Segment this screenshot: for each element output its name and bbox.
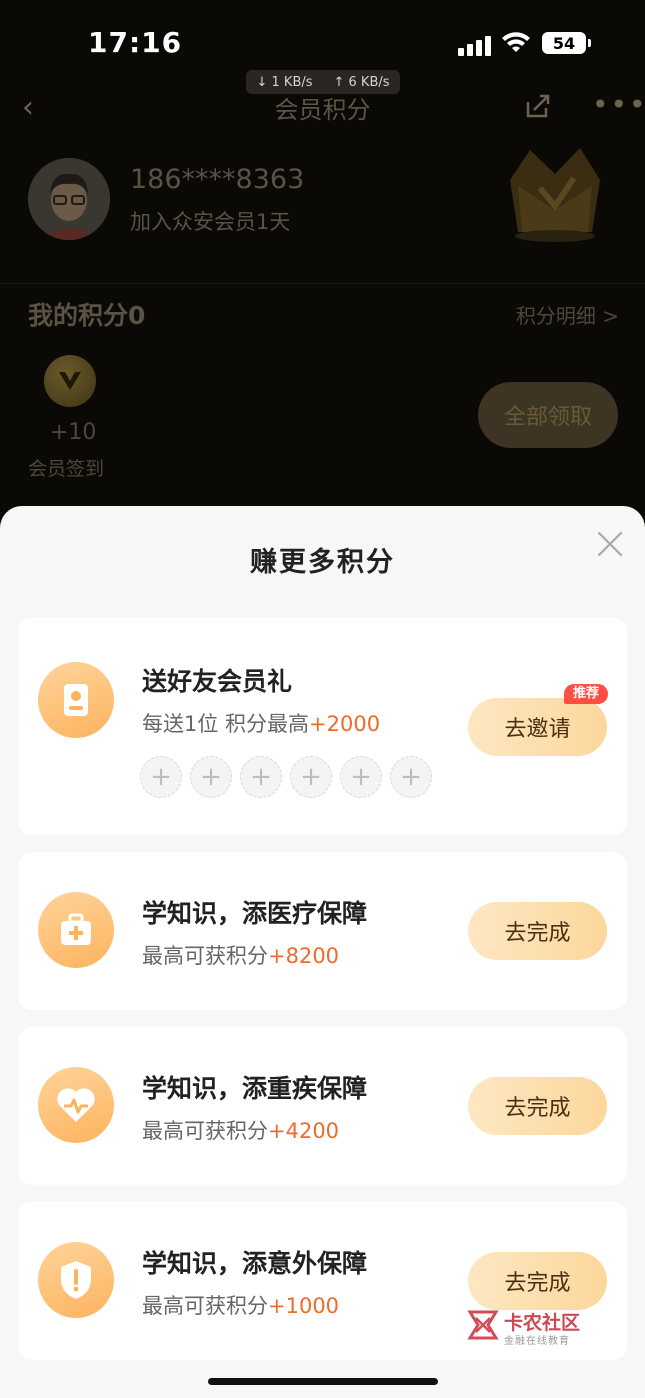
avatar[interactable] <box>28 158 110 240</box>
invite-slot[interactable]: + <box>190 756 232 798</box>
checkin-reward-amount: +10 <box>50 420 97 445</box>
task-subtitle-text: 最高可获积分 <box>142 944 268 968</box>
invite-slot[interactable]: + <box>290 756 332 798</box>
shield-alert-icon <box>38 1242 114 1318</box>
points-detail-link[interactable]: 积分明细 > <box>516 300 619 329</box>
user-phone: 186****8363 <box>130 164 305 195</box>
watermark-logo-icon <box>467 1310 499 1340</box>
invite-slot[interactable]: + <box>340 756 382 798</box>
invite-slot[interactable]: + <box>240 756 282 798</box>
checkin-reward-label: 会员签到 <box>28 458 105 480</box>
task-subtitle-text: 最高可获积分 <box>142 1119 268 1143</box>
nav-bar: ‹ 会员积分 ••• <box>0 80 645 130</box>
cellular-signal-icon <box>458 36 491 56</box>
complete-critical-illness-button[interactable]: 去完成 <box>468 1077 607 1135</box>
my-points-title: 我的积分0 <box>28 301 146 330</box>
complete-accident-button[interactable]: 去完成 <box>468 1252 607 1310</box>
battery-icon: 54 <box>542 32 591 54</box>
task-points-value: +2000 <box>309 712 381 736</box>
task-subtitle: 最高可获积分+4200 <box>142 1115 339 1145</box>
avatar-illustration <box>28 158 110 240</box>
invite-button[interactable]: 去邀请 <box>468 698 607 756</box>
task-card-medical: 学知识，添医疗保障 最高可获积分+8200 去完成 <box>18 852 627 1010</box>
task-points-value: +1000 <box>268 1294 340 1318</box>
invite-slots: + + + + + + <box>140 756 432 798</box>
task-title: 学知识，添医疗保障 <box>142 899 368 928</box>
divider <box>0 283 645 284</box>
status-time: 17:16 <box>88 26 183 59</box>
task-subtitle: 每送1位 积分最高+2000 <box>142 708 380 738</box>
user-icon <box>38 662 114 738</box>
task-card-critical-illness: 学知识，添重疾保障 最高可获积分+4200 去完成 <box>18 1027 627 1185</box>
watermark-title: 卡农社区 <box>504 1312 581 1334</box>
medical-kit-icon <box>38 892 114 968</box>
invite-slot[interactable]: + <box>140 756 182 798</box>
wifi-icon <box>502 32 530 52</box>
recommend-badge: 推荐 <box>564 684 608 704</box>
task-points-value: +8200 <box>268 944 340 968</box>
points-coin-icon <box>44 355 96 407</box>
task-points-value: +4200 <box>268 1119 340 1143</box>
task-title: 送好友会员礼 <box>142 667 293 696</box>
task-title: 学知识，添意外保障 <box>142 1249 368 1278</box>
task-subtitle-text: 每送1位 积分最高 <box>142 712 310 736</box>
watermark: 卡农社区 金融在线教育 <box>466 1308 586 1348</box>
crown-icon <box>510 148 600 242</box>
sheet-title: 赚更多积分 <box>250 547 395 578</box>
claim-all-button[interactable]: 全部领取 <box>478 382 618 448</box>
task-title: 学知识，添重疾保障 <box>142 1074 368 1103</box>
earn-points-sheet: 赚更多积分 送好友会员礼 每送1位 积分最高+2000 + + + + + + … <box>0 506 645 1398</box>
more-icon[interactable]: ••• <box>592 88 645 121</box>
task-card-invite: 送好友会员礼 每送1位 积分最高+2000 + + + + + + 去邀请 推荐 <box>18 618 627 835</box>
home-indicator[interactable] <box>208 1378 438 1385</box>
status-bar: 17:16 ↓ 1 KB/s ↑ 6 KB/s 54 <box>0 0 645 94</box>
share-icon[interactable] <box>524 92 552 120</box>
invite-slot[interactable]: + <box>390 756 432 798</box>
task-subtitle: 最高可获积分+8200 <box>142 940 339 970</box>
watermark-subtitle: 金融在线教育 <box>504 1336 570 1347</box>
member-since: 加入众安会员1天 <box>130 210 291 234</box>
task-subtitle-text: 最高可获积分 <box>142 1294 268 1318</box>
complete-medical-button[interactable]: 去完成 <box>468 902 607 960</box>
close-icon[interactable] <box>594 528 626 560</box>
task-subtitle: 最高可获积分+1000 <box>142 1290 339 1320</box>
heart-pulse-icon <box>38 1067 114 1143</box>
